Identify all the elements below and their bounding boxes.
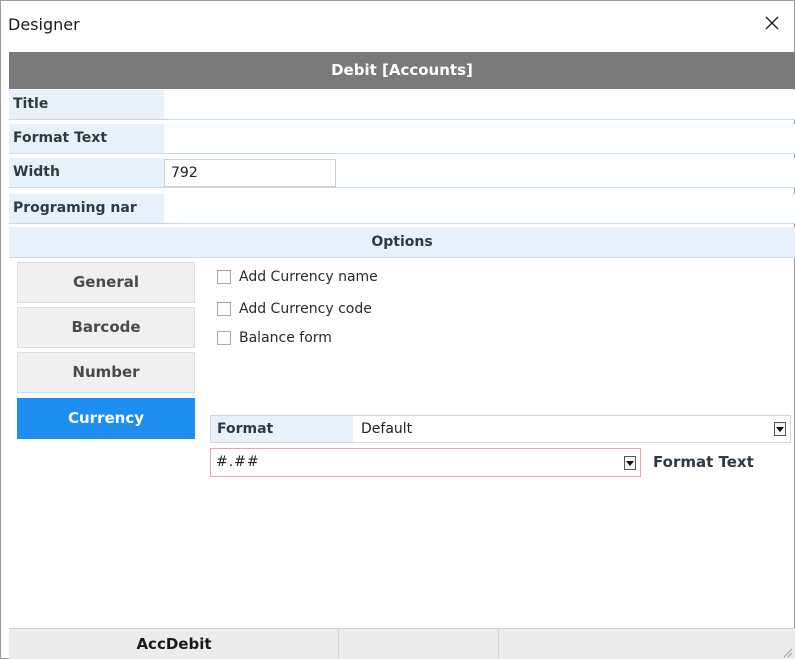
format-value: Default	[361, 421, 413, 437]
width-label: Width	[9, 158, 164, 187]
window-title: Designer	[8, 15, 80, 34]
title-bar: Designer	[1, 1, 794, 49]
tab-barcode[interactable]: Barcode	[17, 307, 195, 348]
status-field-name: AccDebit	[136, 635, 212, 653]
title-label: Title	[9, 90, 164, 119]
tab-general[interactable]: General	[17, 262, 195, 303]
tab-number[interactable]: Number	[17, 352, 195, 393]
format-text-label: Format Text	[9, 124, 164, 153]
programing-name-row: Programing nar	[9, 194, 795, 224]
tab-currency[interactable]: Currency	[17, 398, 195, 439]
options-header: Options	[9, 227, 795, 258]
format-text-row: Format Text	[9, 124, 795, 154]
width-row: Width	[9, 158, 795, 188]
title-row: Title	[9, 90, 795, 120]
format-pattern-value: #.##	[216, 454, 260, 470]
programing-name-input[interactable]	[164, 194, 795, 223]
checkbox-icon	[217, 331, 231, 345]
add-currency-code-checkbox[interactable]: Add Currency code	[217, 298, 372, 320]
add-currency-name-label: Add Currency name	[239, 269, 378, 285]
width-input[interactable]	[164, 159, 336, 187]
format-select[interactable]: Format Default	[210, 415, 791, 443]
status-bar: AccDebit	[9, 628, 795, 659]
title-input[interactable]	[164, 90, 795, 119]
add-currency-code-label: Add Currency code	[239, 301, 372, 317]
chevron-down-icon[interactable]	[774, 422, 786, 436]
chevron-down-icon[interactable]	[624, 456, 636, 470]
resize-grip-icon[interactable]	[781, 646, 793, 658]
checkbox-icon	[217, 270, 231, 284]
format-text-input[interactable]	[164, 124, 795, 153]
programing-name-label: Programing nar	[9, 194, 164, 223]
add-currency-name-checkbox[interactable]: Add Currency name	[217, 266, 378, 288]
designer-window: Designer Debit [Accounts] Title Format T…	[0, 0, 795, 659]
checkbox-icon	[217, 302, 231, 316]
balance-form-checkbox[interactable]: Balance form	[217, 327, 332, 349]
close-icon[interactable]	[760, 11, 784, 35]
format-text-caption: Format Text	[653, 453, 754, 471]
format-label: Format	[211, 416, 353, 442]
balance-form-label: Balance form	[239, 330, 332, 346]
format-pattern-select[interactable]: #.##	[210, 448, 641, 477]
field-header: Debit [Accounts]	[9, 52, 795, 89]
